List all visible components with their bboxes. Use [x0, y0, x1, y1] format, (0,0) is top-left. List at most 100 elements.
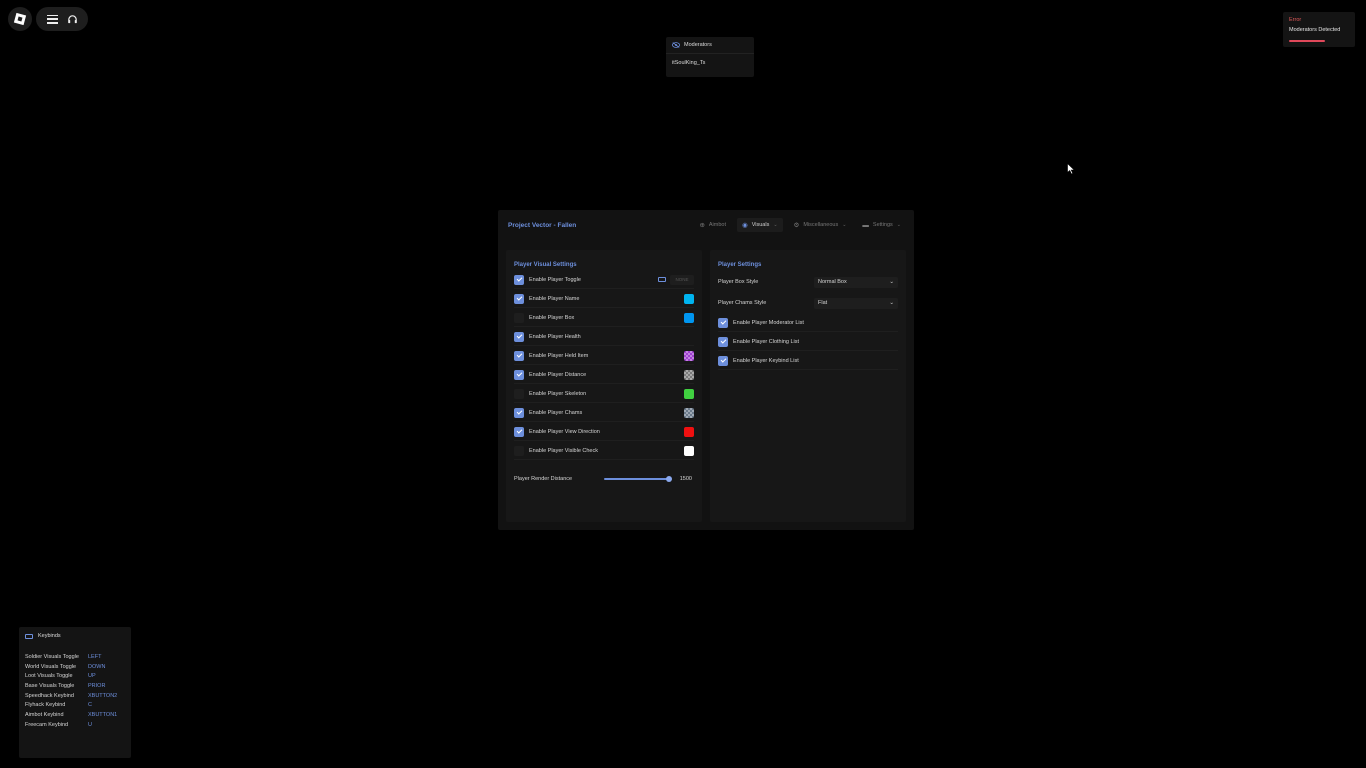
color-picker-swatch[interactable] — [684, 293, 694, 304]
notification-title: Error — [1289, 17, 1302, 23]
list-item: World Visuals Toggle DOWN — [25, 664, 117, 674]
chevron-down-icon: ⌄ — [842, 222, 847, 228]
keybinds-title: Keybinds — [38, 633, 61, 639]
headset-icon[interactable] — [67, 14, 78, 25]
eye-icon: ◉ — [742, 222, 748, 229]
mouse-cursor-icon — [1067, 163, 1075, 175]
tab-aimbot[interactable]: ⊕ Aimbot — [694, 218, 731, 232]
crosshair-icon: ⊕ — [699, 222, 705, 229]
row-enable-player-clothing-list[interactable]: Enable Player Clothing List — [718, 333, 898, 351]
row-enable-player-chams[interactable]: Enable Player Chams — [514, 404, 694, 422]
row-enable-player-moderator-list[interactable]: Enable Player Moderator List — [718, 314, 898, 332]
player-visual-settings-section: Player Visual Settings Enable Player Tog… — [506, 250, 702, 522]
section-title: Player Visual Settings — [514, 262, 577, 268]
keybind-name: Freecam Keybind — [25, 721, 69, 728]
keybind-key: XBUTTON1 — [88, 712, 118, 719]
checkbox[interactable] — [514, 426, 524, 437]
row-enable-player-distance[interactable]: Enable Player Distance — [514, 366, 694, 384]
row-label: Enable Player Skeleton — [529, 390, 587, 397]
list-item: Base Visuals Toggle PRIOR — [25, 683, 117, 693]
section-title: Player Settings — [718, 262, 762, 268]
tab-visuals[interactable]: ◉ Visuals ⌄ — [737, 218, 783, 232]
chevron-down-icon: ⌄ — [889, 300, 894, 306]
keybind-name: Base Visuals Toggle — [25, 683, 75, 690]
row-enable-player-skeleton[interactable]: Enable Player Skeleton — [514, 385, 694, 403]
checkbox[interactable] — [718, 355, 728, 366]
checkbox[interactable] — [514, 369, 524, 380]
keybinds-list: Soldier Visuals Toggle LEFT World Visuals… — [25, 654, 117, 732]
checkbox[interactable] — [514, 293, 524, 304]
row-enable-player-visible-check[interactable]: Enable Player Visible Check — [514, 442, 694, 460]
keybinds-panel: Keybinds Soldier Visuals Toggle LEFT Worl… — [19, 627, 131, 758]
chevron-down-icon: ⌄ — [896, 222, 901, 228]
row-label: Enable Player Held Item — [529, 352, 589, 359]
row-label: Enable Player Keybind List — [733, 357, 799, 364]
keybind-button[interactable]: NONE — [670, 274, 694, 285]
player-box-style-dropdown[interactable]: Normal Box ⌄ — [814, 276, 898, 288]
gear-icon: ⚙ — [793, 222, 800, 229]
notification-text: Moderators Detected — [1289, 27, 1341, 33]
checkbox[interactable] — [514, 312, 524, 323]
color-picker-swatch[interactable] — [684, 407, 694, 418]
list-item: Freecam Keybind U — [25, 722, 117, 732]
checkbox[interactable] — [718, 336, 728, 347]
checkbox[interactable] — [718, 317, 728, 328]
keyboard-icon — [25, 633, 33, 639]
moderators-panel: Moderators itSoulKing_Ts — [666, 37, 754, 77]
checkbox[interactable] — [514, 388, 524, 399]
tab-miscellaneous[interactable]: ⚙ Miscellaneous ⌄ — [789, 218, 852, 232]
row-enable-player-held-item[interactable]: Enable Player Held Item — [514, 347, 694, 365]
slider-handle[interactable] — [666, 476, 672, 482]
keybind-name: Loot Visuals Toggle — [25, 673, 73, 680]
dropdown-value: Normal Box — [818, 279, 847, 285]
keybind-key: UP — [88, 673, 96, 680]
row-enable-player-toggle[interactable]: Enable Player Toggle NONE — [514, 271, 694, 289]
tab-label: Visuals — [751, 222, 770, 228]
hamburger-menu-icon[interactable] — [46, 14, 58, 24]
keybind-key: C — [88, 702, 92, 709]
roblox-menu-button[interactable] — [8, 7, 32, 31]
row-enable-player-name[interactable]: Enable Player Name — [514, 290, 694, 308]
keybinds-header: Keybinds — [19, 627, 131, 645]
dropdown-value: Flat — [818, 300, 828, 306]
player-box-style-row: Player Box Style Normal Box ⌄ — [718, 273, 898, 291]
color-picker-swatch[interactable] — [684, 350, 694, 361]
row-label: Enable Player Clothing List — [733, 338, 800, 345]
checkbox[interactable] — [514, 407, 524, 418]
folder-icon: ▬ — [862, 221, 869, 229]
error-notification: Error Moderators Detected — [1283, 12, 1355, 47]
checkbox[interactable] — [514, 350, 524, 361]
keybind-name: Aimbot Keybind — [25, 712, 64, 719]
row-enable-player-health[interactable]: Enable Player Health — [514, 328, 694, 346]
color-picker-swatch[interactable] — [684, 369, 694, 380]
row-enable-player-keybind-list[interactable]: Enable Player Keybind List — [718, 352, 898, 370]
keybind-key: XBUTTON2 — [88, 692, 118, 699]
color-picker-swatch[interactable] — [684, 388, 694, 399]
keybind-name: Speedhack Keybind — [25, 692, 74, 699]
keybind-key: U — [88, 721, 92, 728]
row-label: Enable Player View Direction — [529, 428, 600, 435]
keybind-name: World Visuals Toggle — [25, 663, 77, 670]
tab-label: Aimbot — [708, 222, 727, 228]
tab-label: Settings — [872, 222, 893, 228]
tab-settings[interactable]: ▬ Settings ⌄ — [857, 218, 906, 232]
player-chams-style-dropdown[interactable]: Flat ⌄ — [814, 297, 898, 309]
row-label: Enable Player Toggle — [529, 276, 581, 283]
checkbox[interactable] — [514, 445, 524, 456]
color-picker-swatch[interactable] — [684, 426, 694, 437]
row-label: Enable Player Name — [529, 295, 580, 302]
row-enable-player-box[interactable]: Enable Player Box — [514, 309, 694, 327]
color-picker-swatch[interactable] — [684, 312, 694, 323]
window-title: Project Vector - Fallen — [508, 222, 577, 229]
color-picker-swatch[interactable] — [684, 445, 694, 456]
chevron-down-icon: ⌄ — [889, 279, 894, 285]
list-item: Loot Visuals Toggle UP — [25, 673, 117, 683]
list-item: Flyhack Keybind C — [25, 702, 117, 712]
checkbox[interactable] — [514, 274, 524, 285]
player-chams-style-row: Player Chams Style Flat ⌄ — [718, 294, 898, 312]
row-enable-player-view-direction[interactable]: Enable Player View Direction — [514, 423, 694, 441]
moderators-header: Moderators — [666, 37, 754, 54]
checkbox[interactable] — [514, 331, 524, 342]
slider-track[interactable] — [604, 478, 668, 480]
row-label: Enable Player Distance — [529, 371, 587, 378]
